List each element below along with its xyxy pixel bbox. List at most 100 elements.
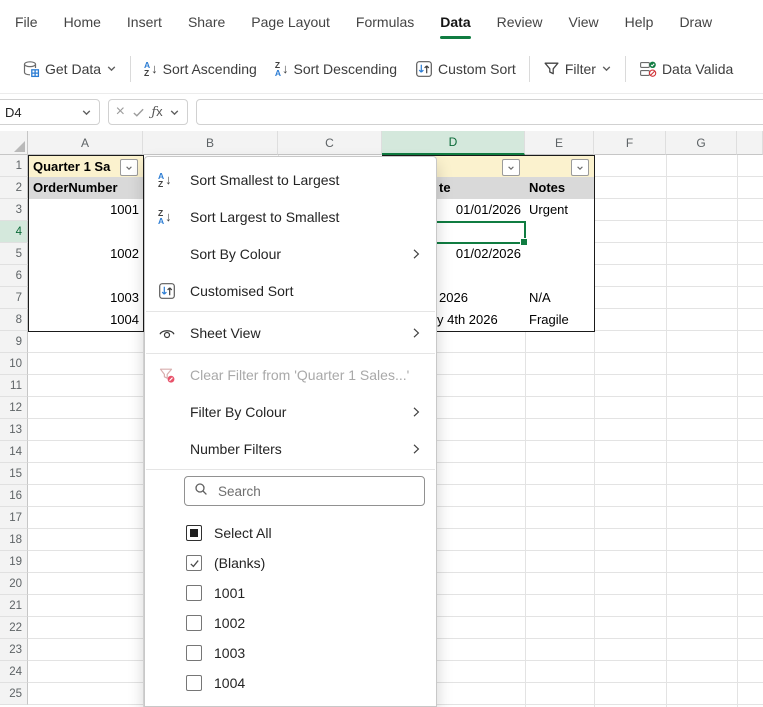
menu-item-sort-by-colour[interactable]: Sort By Colour (145, 235, 436, 272)
cell-E3[interactable]: Urgent (525, 199, 595, 222)
cell-A8[interactable]: 1004 (28, 309, 144, 332)
select-all-corner[interactable] (0, 131, 28, 155)
menu-item-filter-by-colour[interactable]: Filter By Colour (145, 393, 436, 430)
column-header-d[interactable]: D (382, 131, 525, 155)
cell-E6[interactable] (525, 265, 595, 288)
tab-share[interactable]: Share (175, 0, 238, 44)
chevron-down-icon[interactable] (81, 107, 92, 118)
cell-E2[interactable]: Notes (525, 177, 595, 200)
ribbon-button-custom-sort[interactable]: Custom Sort (406, 53, 525, 85)
row-header-20[interactable]: 20 (0, 573, 28, 595)
menu-item-number-filters[interactable]: Number Filters (145, 430, 436, 467)
row-header-17[interactable]: 17 (0, 507, 28, 529)
column-header-a[interactable]: A (28, 131, 143, 155)
cell-E8[interactable]: Fragile (525, 309, 595, 332)
filter-dropdown-button-A1[interactable] (120, 159, 138, 176)
checkbox-unchecked-icon[interactable] (186, 615, 202, 631)
ribbon-button-filter[interactable]: Filter (534, 53, 621, 85)
filter-value-row-1001[interactable]: 1001 (145, 578, 436, 608)
tab-formulas[interactable]: Formulas (343, 0, 427, 44)
row-header-11[interactable]: 11 (0, 375, 28, 397)
cell-E7[interactable]: N/A (525, 287, 595, 310)
ribbon-button-label: Data Valida (661, 60, 734, 77)
ribbon-button-sort-descending[interactable]: Z A ↓ Sort Descending (266, 53, 406, 85)
filter-value-row-1004[interactable]: 1004 (145, 668, 436, 698)
checkbox-indeterminate-icon[interactable] (186, 525, 202, 541)
name-box[interactable]: D4 (0, 99, 100, 125)
column-header-e[interactable]: E (525, 131, 594, 155)
row-header-16[interactable]: 16 (0, 485, 28, 507)
tab-view[interactable]: View (556, 0, 612, 44)
fill-handle[interactable] (520, 238, 528, 246)
row-header-19[interactable]: 19 (0, 551, 28, 573)
row-header-12[interactable]: 12 (0, 397, 28, 419)
column-header-b[interactable]: B (143, 131, 278, 155)
menu-item-sort-largest-to-smallest[interactable]: Z A ↓ Sort Largest to Smallest (145, 198, 436, 235)
cell-E1[interactable] (525, 155, 595, 178)
tab-page-layout[interactable]: Page Layout (238, 0, 343, 44)
cancel-icon[interactable]: × (116, 104, 125, 120)
row-header-13[interactable]: 13 (0, 419, 28, 441)
menu-item-sort-smallest-to-largest[interactable]: A Z ↓ Sort Smallest to Largest (145, 161, 436, 198)
row-header-6[interactable]: 6 (0, 265, 28, 287)
row-header-2[interactable]: 2 (0, 177, 28, 199)
filter-value-row-1003[interactable]: 1003 (145, 638, 436, 668)
checkbox-unchecked-icon[interactable] (186, 645, 202, 661)
row-header-15[interactable]: 15 (0, 463, 28, 485)
filter-search-box[interactable] (184, 476, 425, 506)
row-header-9[interactable]: 9 (0, 331, 28, 353)
checkbox-unchecked-icon[interactable] (186, 585, 202, 601)
ribbon-button-data-valida[interactable]: Data Valida (630, 53, 742, 85)
ribbon-button-sort-ascending[interactable]: A Z ↓ Sort Ascending (135, 53, 266, 85)
row-header-8[interactable]: 8 (0, 309, 28, 331)
filter-dropdown-button-E1[interactable] (571, 159, 589, 176)
ribbon-tabs: File Home Insert Share Page Layout Formulas Da… (0, 0, 763, 44)
chevron-down-icon[interactable] (169, 107, 180, 118)
cell-A2[interactable]: OrderNumber (28, 177, 144, 200)
tab-draw[interactable]: Draw (666, 0, 725, 44)
cell-A1[interactable]: Quarter 1 Sa (28, 155, 144, 178)
cell-A7[interactable]: 1003 (28, 287, 144, 310)
row-header-24[interactable]: 24 (0, 661, 28, 683)
cell-A6[interactable] (28, 265, 144, 288)
fx-icon[interactable]: ƒx (151, 104, 162, 120)
row-header-1[interactable]: 1 (0, 155, 28, 177)
filter-value-row-blanks[interactable]: (Blanks) (145, 548, 436, 578)
row-header-14[interactable]: 14 (0, 441, 28, 463)
formula-input[interactable] (196, 99, 763, 125)
row-header-5[interactable]: 5 (0, 243, 28, 265)
tab-review[interactable]: Review (484, 0, 556, 44)
row-header-4[interactable]: 4 (0, 221, 28, 243)
cell-A5[interactable]: 1002 (28, 243, 144, 266)
tab-help[interactable]: Help (612, 0, 667, 44)
menu-item-customised-sort[interactable]: Customised Sort (145, 272, 436, 309)
row-header-22[interactable]: 22 (0, 617, 28, 639)
ribbon-button-get-data[interactable]: Get Data (13, 53, 126, 85)
row-header-3[interactable]: 3 (0, 199, 28, 221)
tab-data[interactable]: Data (427, 0, 483, 44)
column-header-c[interactable]: C (278, 131, 382, 155)
column-header-g[interactable]: G (666, 131, 737, 155)
cell-E4[interactable] (525, 221, 595, 244)
row-header-25[interactable]: 25 (0, 683, 28, 705)
tab-file[interactable]: File (2, 0, 51, 44)
check-icon[interactable] (132, 106, 145, 119)
column-header-f[interactable]: F (594, 131, 666, 155)
row-header-23[interactable]: 23 (0, 639, 28, 661)
filter-search-input[interactable] (216, 482, 415, 500)
cell-A4[interactable] (28, 221, 144, 244)
row-header-21[interactable]: 21 (0, 595, 28, 617)
checkbox-unchecked-icon[interactable] (186, 675, 202, 691)
row-header-18[interactable]: 18 (0, 529, 28, 551)
filter-value-row-select-all[interactable]: Select All (145, 518, 436, 548)
cell-A3[interactable]: 1001 (28, 199, 144, 222)
cell-E5[interactable] (525, 243, 595, 266)
menu-item-sheet-view[interactable]: Sheet View (145, 314, 436, 351)
filter-dropdown-button-D1[interactable] (502, 159, 520, 176)
row-header-10[interactable]: 10 (0, 353, 28, 375)
row-header-7[interactable]: 7 (0, 287, 28, 309)
checkbox-checked-icon[interactable] (186, 555, 202, 571)
tab-home[interactable]: Home (51, 0, 114, 44)
tab-insert[interactable]: Insert (114, 0, 175, 44)
filter-value-row-1002[interactable]: 1002 (145, 608, 436, 638)
